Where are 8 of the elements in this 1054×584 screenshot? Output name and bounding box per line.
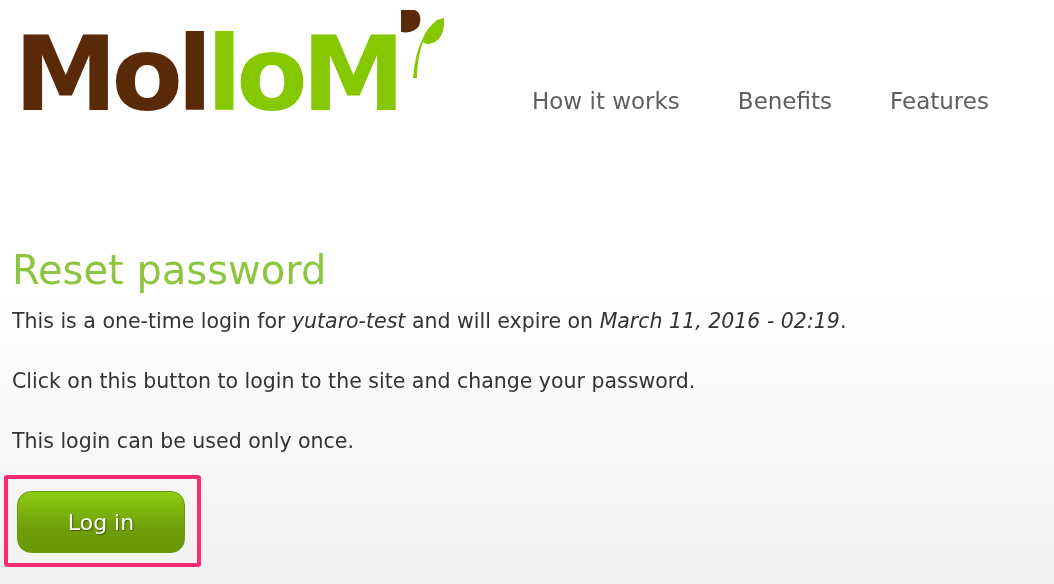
paragraph: This is a one-time login for yutaro-test and will expire on March 11, 2016 - 02:19. xyxy=(12,308,848,335)
page-heading: Reset password xyxy=(12,246,328,294)
nav-link[interactable]: Features xyxy=(890,88,989,114)
paragraph: This login can be used only once. xyxy=(12,428,355,455)
paragraph: Click on this button to login to the site and change your password. xyxy=(12,368,697,395)
nav-link[interactable]: How it works xyxy=(532,88,680,114)
nav-link[interactable]: Benefits xyxy=(737,88,832,114)
logo-text: MolloM xyxy=(14,22,400,126)
